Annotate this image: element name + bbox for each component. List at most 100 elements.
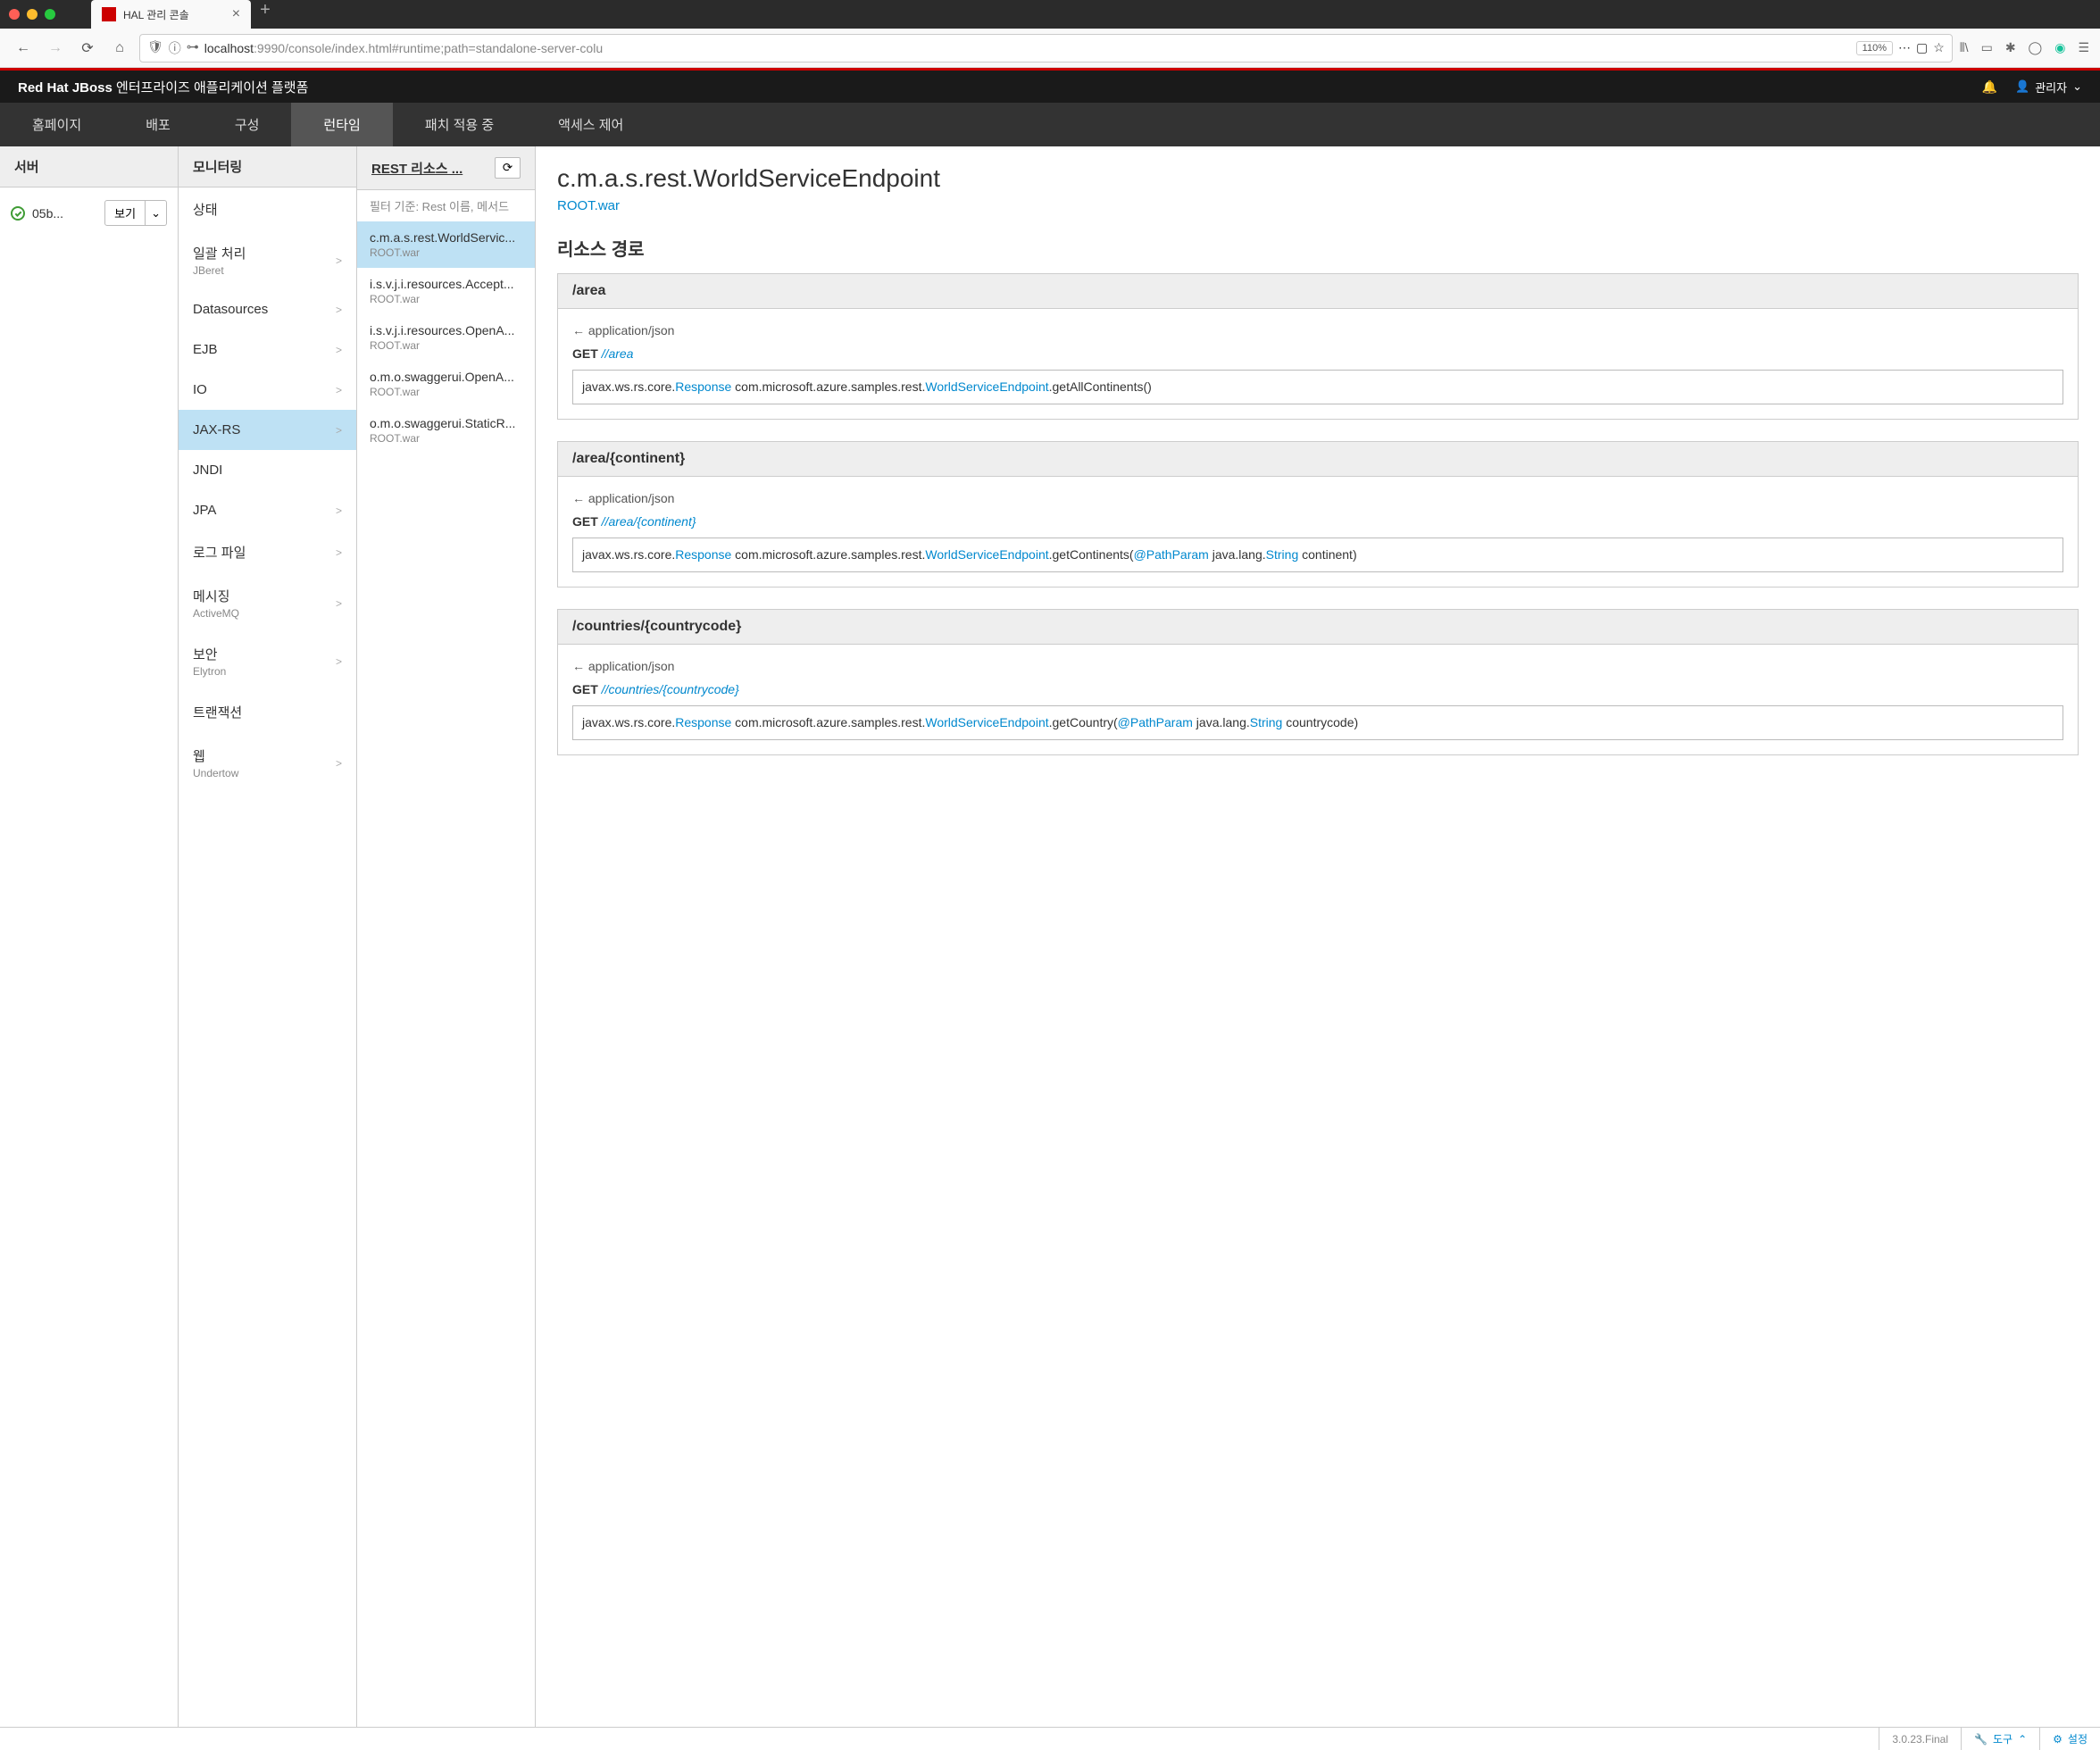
- monitoring-item-label: 트랜잭션: [193, 703, 242, 721]
- accept-line: ← application/json: [572, 323, 2063, 338]
- server-column: 서버 05b... 보기 ⌄: [0, 146, 179, 1729]
- view-button[interactable]: 보기: [104, 200, 146, 226]
- url-text: localhost:9990/console/index.html#runtim…: [204, 41, 1851, 55]
- notifications-icon[interactable]: 🔔: [1982, 79, 1997, 95]
- rest-resource-item[interactable]: o.m.o.swaggerui.StaticR...ROOT.war: [357, 407, 535, 454]
- resource-paths-heading: 리소스 경로: [557, 235, 2079, 261]
- resource-panel-body: ← application/json GET //area/{continent}…: [558, 477, 2078, 587]
- nav-item[interactable]: 런타임: [291, 103, 392, 146]
- app-footer: 3.0.23.Final 🔧 도구 ⌃ ⚙ 설정: [0, 1727, 2100, 1750]
- monitoring-item[interactable]: EJB>: [179, 329, 356, 370]
- monitoring-item[interactable]: IO>: [179, 370, 356, 410]
- method-path-link[interactable]: //countries/{countrycode}: [602, 682, 739, 696]
- view-dropdown-button[interactable]: ⌄: [146, 200, 167, 226]
- type-link[interactable]: String: [1250, 715, 1283, 729]
- minimize-window[interactable]: [27, 9, 38, 20]
- monitoring-item[interactable]: JPA>: [179, 490, 356, 530]
- pocket-icon[interactable]: ▢: [1916, 40, 1928, 55]
- shield-icon[interactable]: 🛡: [147, 39, 163, 57]
- resource-panel-body: ← application/jsonGET //areajavax.ws.rs.…: [558, 309, 2078, 419]
- type-link[interactable]: WorldServiceEndpoint: [925, 379, 1048, 394]
- server-row[interactable]: 05b... 보기 ⌄: [0, 188, 178, 238]
- nav-item[interactable]: 구성: [203, 103, 292, 146]
- type-link[interactable]: @PathParam: [1118, 715, 1193, 729]
- type-link[interactable]: @PathParam: [1134, 547, 1209, 562]
- type-link[interactable]: Response: [675, 547, 731, 562]
- monitoring-item[interactable]: JNDI: [179, 450, 356, 490]
- url-bar[interactable]: 🛡 ⓘ ⊶ localhost:9990/console/index.html#…: [139, 34, 1953, 62]
- user-menu[interactable]: 👤 관리자 ⌄: [2015, 79, 2082, 96]
- monitoring-item-label: 일괄 처리: [193, 244, 246, 262]
- monitoring-item[interactable]: 웹Undertow>: [179, 734, 356, 792]
- monitoring-item-label: IO: [193, 382, 207, 397]
- nav-item[interactable]: 홈페이지: [0, 103, 113, 146]
- info-icon[interactable]: ⓘ: [169, 39, 181, 57]
- rest-resource-item[interactable]: o.m.o.swaggerui.OpenA...ROOT.war: [357, 361, 535, 407]
- menu-icon[interactable]: ☰: [2078, 40, 2089, 55]
- method-path-link[interactable]: //area: [602, 346, 634, 361]
- detail-title: c.m.a.s.rest.WorldServiceEndpoint: [557, 164, 2079, 193]
- filter-hint[interactable]: 필터 기준: Rest 이름, 메서드: [357, 190, 535, 221]
- monitoring-item-label: 로그 파일: [193, 543, 246, 562]
- rest-resource-item[interactable]: i.s.v.j.i.resources.OpenA...ROOT.war: [357, 314, 535, 361]
- window-controls: [9, 9, 55, 20]
- monitoring-item[interactable]: 메시징ActiveMQ>: [179, 574, 356, 632]
- monitoring-item-label: 상태: [193, 200, 218, 219]
- monitoring-item-label: Datasources: [193, 302, 268, 317]
- chevron-right-icon: >: [336, 597, 342, 610]
- chevron-right-icon: >: [336, 655, 342, 668]
- library-icon[interactable]: ⫴\: [1960, 40, 1969, 55]
- monitoring-item[interactable]: JAX-RS>: [179, 410, 356, 450]
- monitoring-item[interactable]: 로그 파일 >: [179, 530, 356, 574]
- type-link[interactable]: WorldServiceEndpoint: [925, 715, 1048, 729]
- browser-tab[interactable]: HAL 관리 콘솔 ×: [91, 0, 251, 29]
- monitoring-item[interactable]: 일괄 처리JBeret>: [179, 231, 356, 289]
- nav-item[interactable]: 배포: [113, 103, 203, 146]
- monitoring-item[interactable]: 트랜잭션: [179, 690, 356, 734]
- bookmark-icon[interactable]: ☆: [1933, 40, 1945, 55]
- resource-panel: /area← application/jsonGET //areajavax.w…: [557, 273, 2079, 420]
- rest-header-link[interactable]: REST 리소스 ...: [371, 159, 462, 178]
- nav-item[interactable]: 패치 적용 중: [393, 103, 526, 146]
- reader-icon[interactable]: ▭: [1981, 40, 1993, 55]
- main-nav: 홈페이지배포구성런타임패치 적용 중액세스 제어: [0, 103, 2100, 146]
- detail-deployment-link[interactable]: ROOT.war: [557, 198, 2079, 213]
- grammarly-icon[interactable]: ◉: [2054, 40, 2065, 55]
- type-link[interactable]: String: [1266, 547, 1299, 562]
- monitoring-item[interactable]: 상태: [179, 188, 356, 231]
- reload-button[interactable]: ⟳: [75, 36, 100, 61]
- account-icon[interactable]: ◯: [2029, 40, 2043, 55]
- close-tab-icon[interactable]: ×: [232, 6, 240, 22]
- rest-column-header: REST 리소스 ... ⟳: [357, 146, 535, 190]
- resource-path-header: /countries/{countrycode}: [558, 610, 2078, 645]
- monitoring-item[interactable]: Datasources>: [179, 289, 356, 329]
- rest-resource-item[interactable]: i.s.v.j.i.resources.Accept...ROOT.war: [357, 268, 535, 314]
- settings-menu[interactable]: ⚙ 설정: [2039, 1728, 2100, 1750]
- refresh-button[interactable]: ⟳: [495, 157, 521, 179]
- maximize-window[interactable]: [45, 9, 55, 20]
- monitoring-item-label: JPA: [193, 503, 216, 518]
- nav-item[interactable]: 액세스 제어: [526, 103, 655, 146]
- close-window[interactable]: [9, 9, 20, 20]
- type-link[interactable]: WorldServiceEndpoint: [925, 547, 1048, 562]
- zoom-badge[interactable]: 110%: [1856, 41, 1893, 55]
- back-button[interactable]: ←: [11, 36, 36, 61]
- new-tab-button[interactable]: +: [260, 0, 271, 29]
- rest-resources-column: REST 리소스 ... ⟳ 필터 기준: Rest 이름, 메서드 c.m.a…: [357, 146, 536, 1729]
- method-path-link[interactable]: //area/{continent}: [602, 514, 696, 529]
- forward-button[interactable]: →: [43, 36, 68, 61]
- monitoring-item[interactable]: 보안Elytron>: [179, 632, 356, 690]
- chevron-right-icon: >: [336, 546, 342, 559]
- tools-menu[interactable]: 🔧 도구 ⌃: [1961, 1728, 2039, 1750]
- rest-resource-item[interactable]: c.m.a.s.rest.WorldServic...ROOT.war: [357, 221, 535, 268]
- http-method: GET: [572, 514, 602, 529]
- type-link[interactable]: Response: [675, 715, 731, 729]
- key-icon[interactable]: ⊶: [187, 39, 199, 57]
- type-link[interactable]: Response: [675, 379, 731, 394]
- more-icon[interactable]: ⋯: [1898, 40, 1911, 55]
- extension-icon[interactable]: ✱: [2005, 40, 2016, 55]
- home-button[interactable]: ⌂: [107, 36, 132, 61]
- accept-line: ← application/json: [572, 491, 2063, 505]
- app-header: Red Hat JBoss 엔터프라이즈 애플리케이션 플랫폼 🔔 👤 관리자 …: [0, 71, 2100, 103]
- monitoring-item-label: 메시징: [193, 587, 239, 605]
